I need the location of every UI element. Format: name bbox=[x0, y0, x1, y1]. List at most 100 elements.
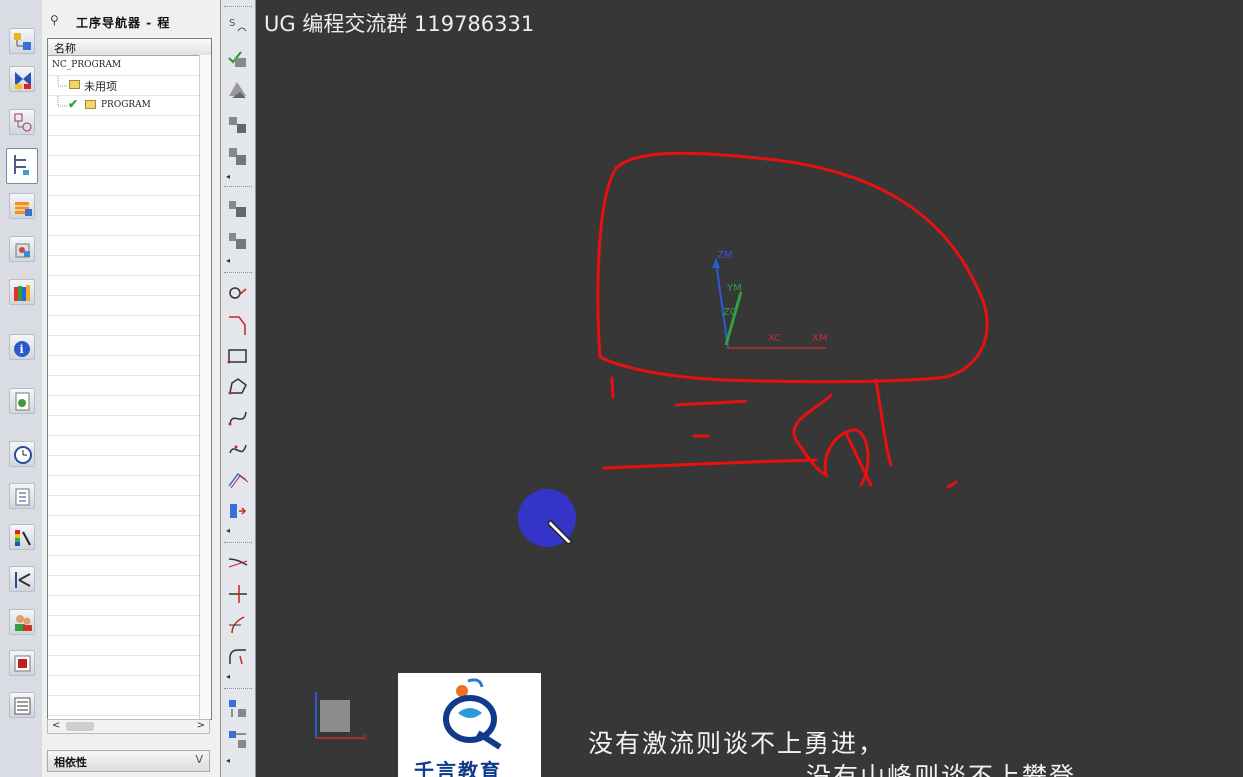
reattach-button[interactable] bbox=[225, 112, 251, 138]
project-curve-button[interactable] bbox=[225, 696, 251, 722]
assembly-navigator-icon bbox=[14, 33, 31, 50]
navigator-title: 工序导航器 - 程 bbox=[76, 16, 171, 30]
make-corner-button[interactable] bbox=[225, 612, 251, 638]
manufacturing-wizard-tab[interactable] bbox=[9, 566, 35, 592]
line-button[interactable] bbox=[225, 312, 251, 338]
finish-sketch-icon bbox=[228, 51, 246, 67]
tree-row-empty bbox=[48, 656, 199, 676]
process-studio-tab[interactable] bbox=[9, 483, 35, 509]
red-sketch-annotation bbox=[596, 151, 989, 489]
polygon-button[interactable] bbox=[225, 374, 251, 400]
toolbar-separator bbox=[224, 688, 252, 689]
layout-tab[interactable] bbox=[9, 692, 35, 718]
tree-horizontal-scrollbar[interactable]: < > bbox=[47, 719, 210, 734]
finish-sketch-button[interactable] bbox=[225, 45, 251, 71]
polygon-icon bbox=[228, 378, 247, 395]
constraint-navigator-icon bbox=[15, 72, 31, 89]
scroll-thumb[interactable] bbox=[66, 722, 94, 731]
update-model-button[interactable] bbox=[225, 144, 251, 170]
view-sketch-button[interactable] bbox=[225, 77, 251, 103]
tree-row-nc-program[interactable]: NC_PROGRAM bbox=[48, 56, 199, 76]
dependency-panel-header[interactable]: 相依性 V bbox=[47, 750, 210, 772]
toolbar-separator bbox=[224, 6, 252, 7]
machine-tool-navigator-tab[interactable] bbox=[9, 193, 35, 219]
tree-row-empty bbox=[48, 476, 199, 496]
toolbar-overflow-icon[interactable]: ◂ bbox=[226, 172, 230, 181]
tree-row-empty bbox=[48, 136, 199, 156]
part-navigator-tab[interactable] bbox=[9, 109, 35, 135]
reuse-library-tab[interactable] bbox=[9, 236, 35, 262]
visualization-tab[interactable] bbox=[9, 524, 35, 550]
tree-row-unused-items[interactable]: 未用项 bbox=[48, 76, 199, 96]
tree-row-empty bbox=[48, 216, 199, 236]
tree-row-empty bbox=[48, 516, 199, 536]
history-library-tab[interactable] bbox=[9, 279, 35, 305]
tree-row-program[interactable]: ✔ PROGRAM bbox=[48, 96, 199, 116]
palette-tab[interactable] bbox=[9, 650, 35, 676]
assembly-navigator-tab[interactable] bbox=[9, 28, 35, 54]
profile-icon bbox=[229, 287, 247, 299]
operation-navigator-tab[interactable] bbox=[6, 148, 38, 184]
graphics-window[interactable]: UG 编程交流群 119786331 ZM YM ZC XC XM X 千言教育… bbox=[256, 0, 1243, 777]
roles-icon bbox=[15, 615, 32, 631]
qianyan-logo-icon bbox=[443, 678, 502, 750]
name-column-header[interactable]: 名称 bbox=[48, 39, 211, 56]
clock-icon bbox=[14, 446, 32, 464]
rectangle-button[interactable] bbox=[225, 343, 251, 369]
view-sketch-icon bbox=[229, 82, 246, 98]
logo-box: 千言教育 bbox=[398, 673, 541, 777]
tree-row-empty bbox=[48, 536, 199, 556]
wcs-label-xc: XC bbox=[768, 333, 781, 344]
tree-row-empty bbox=[48, 356, 199, 376]
pen-cursor-icon bbox=[547, 518, 574, 545]
tree-row-empty bbox=[48, 416, 199, 436]
tree-row-empty bbox=[48, 436, 199, 456]
tree-row-empty bbox=[48, 596, 199, 616]
toolbar-overflow-icon[interactable]: ◂ bbox=[226, 672, 230, 681]
wizard-icon bbox=[15, 572, 31, 588]
line-icon bbox=[229, 316, 246, 335]
navigator-tree[interactable]: 名称 NC_PROGRAM 未用项 ✔ PROGRAM bbox=[47, 38, 212, 720]
wcs-label-zc: ZC bbox=[723, 307, 737, 318]
constraints-button[interactable] bbox=[225, 196, 251, 222]
resource-bar: i bbox=[0, 0, 43, 777]
tree-row-empty bbox=[48, 396, 199, 416]
tree-row-empty bbox=[48, 376, 199, 396]
tree-row-empty bbox=[48, 336, 199, 356]
toolbar-overflow-icon[interactable]: ◂ bbox=[226, 526, 230, 535]
toolbar-separator bbox=[224, 186, 252, 187]
quick-trim-icon bbox=[228, 558, 248, 568]
fillet-button[interactable] bbox=[225, 643, 251, 669]
wcs-label-zm: ZM bbox=[717, 250, 732, 261]
auto-constrain-button[interactable] bbox=[225, 228, 251, 254]
studio-spline-button[interactable] bbox=[225, 405, 251, 431]
tree-row-empty bbox=[48, 636, 199, 656]
scroll-left-arrow-icon[interactable]: < bbox=[52, 720, 60, 731]
toolbar-overflow-icon[interactable]: ◂ bbox=[226, 256, 230, 265]
offset-curve-button[interactable] bbox=[225, 467, 251, 493]
constraint-navigator-tab[interactable] bbox=[9, 66, 35, 92]
web-browser-tab[interactable] bbox=[9, 388, 35, 414]
system-info-tab[interactable]: i bbox=[9, 334, 35, 360]
history-tab[interactable] bbox=[9, 441, 35, 467]
fit-spline-button[interactable] bbox=[225, 436, 251, 462]
quick-trim-button[interactable] bbox=[225, 550, 251, 576]
profile-button[interactable] bbox=[225, 281, 251, 307]
expand-chevron-icon[interactable]: V bbox=[195, 753, 203, 766]
intersection-curve-button[interactable] bbox=[225, 727, 251, 753]
info-icon: i bbox=[14, 341, 30, 357]
pattern-curve-button[interactable] bbox=[225, 498, 251, 524]
pin-icon[interactable]: ⚲ bbox=[50, 13, 59, 27]
tree-vertical-scrollbar[interactable] bbox=[199, 55, 211, 719]
wcs-label-xm: XM bbox=[812, 333, 827, 344]
rectangle-icon bbox=[227, 349, 247, 364]
list-icon bbox=[15, 488, 30, 506]
vertical-toolbar: S ◂ ◂ ◂ ◂ ◂ bbox=[221, 0, 256, 777]
svg-text:S: S bbox=[229, 18, 235, 29]
sketch-button[interactable]: S bbox=[225, 12, 251, 38]
roles-tab[interactable] bbox=[9, 609, 35, 635]
scroll-right-arrow-icon[interactable]: > bbox=[197, 720, 205, 731]
name-column-label: 名称 bbox=[54, 42, 76, 55]
toolbar-overflow-icon[interactable]: ◂ bbox=[226, 756, 230, 765]
quick-extend-button[interactable] bbox=[225, 581, 251, 607]
